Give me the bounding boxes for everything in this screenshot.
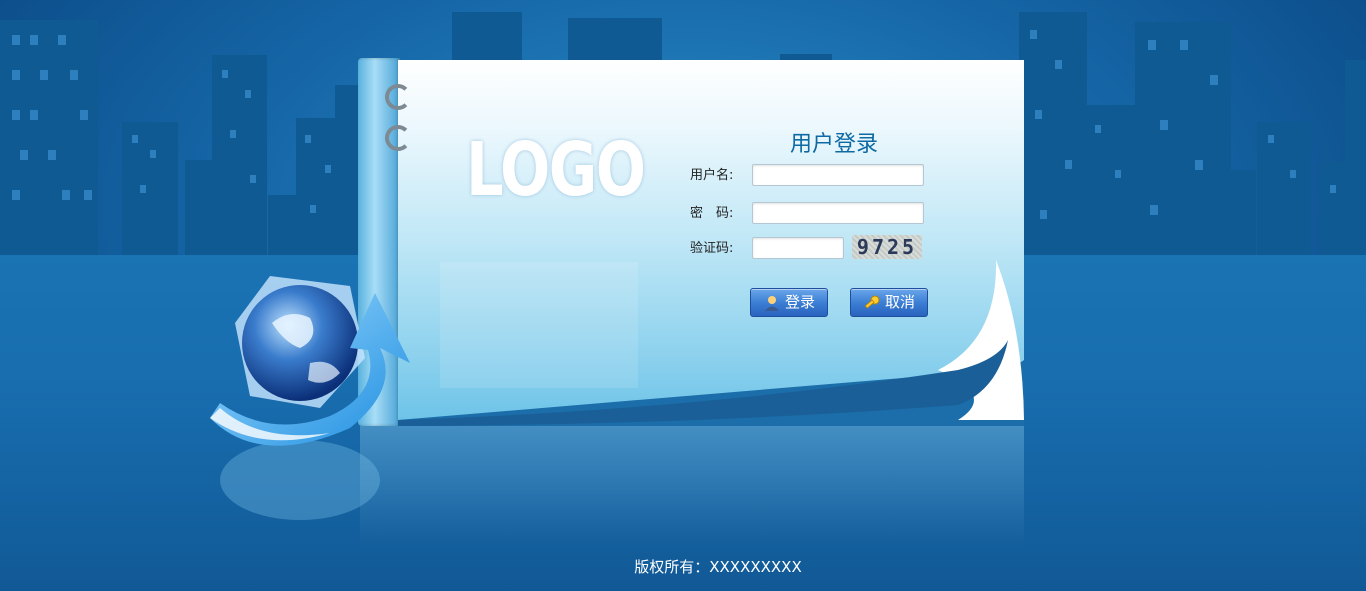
login-button[interactable]: 登录	[750, 288, 828, 317]
copyright-text: 版权所有：XXXXXXXXX	[634, 558, 802, 576]
user-icon	[764, 295, 779, 311]
captcha-image[interactable]: 9725	[852, 235, 922, 259]
binder-ring-icon	[385, 84, 411, 110]
cancel-button[interactable]: 取消	[850, 288, 928, 317]
username-label: 用户名:	[690, 168, 734, 183]
logo-ghost-panel	[440, 262, 638, 388]
password-input[interactable]	[752, 202, 924, 224]
captcha-label: 验证码:	[690, 241, 734, 256]
binder-ring-icon	[385, 125, 411, 151]
logo-text: LOGO	[466, 127, 646, 213]
cancel-button-label: 取消	[884, 293, 915, 311]
login-page: LOGO 用户登录 用户名: 密 码: 验证码: 9725 登录 取消 版权所有…	[0, 0, 1366, 591]
username-input[interactable]	[752, 164, 924, 186]
notebook-reflection	[360, 426, 1024, 546]
globe-arrow-icon	[210, 276, 410, 446]
form-title: 用户登录	[789, 132, 878, 157]
password-label: 密 码:	[690, 206, 734, 221]
key-icon	[864, 295, 880, 309]
captcha-input[interactable]	[752, 237, 844, 259]
login-button-label: 登录	[784, 293, 815, 311]
